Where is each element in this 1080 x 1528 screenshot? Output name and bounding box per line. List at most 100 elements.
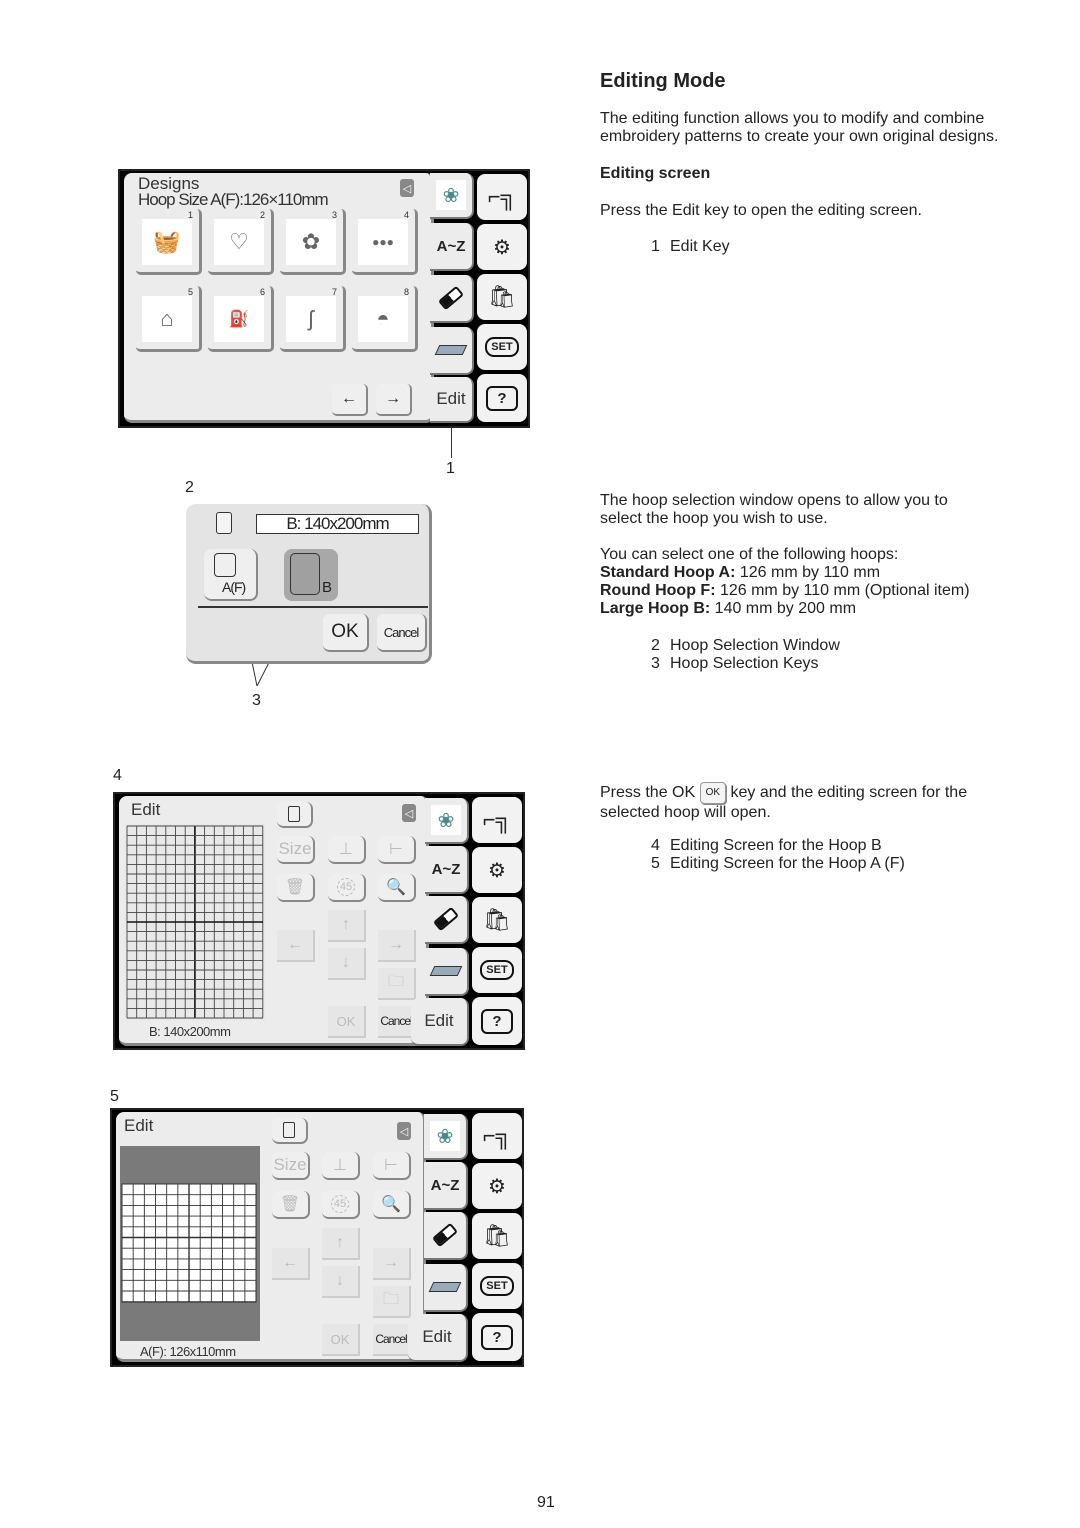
tab-memory[interactable] — [424, 1264, 468, 1312]
ordinary-sewing-button[interactable]: ⌐╗ — [477, 174, 527, 220]
move-right-button[interactable]: → — [373, 1248, 411, 1280]
tab-memory[interactable] — [430, 327, 474, 375]
save-button[interactable]: 🛍 — [472, 1213, 522, 1259]
prev-arrow-icon: ← — [341, 390, 357, 407]
set-button[interactable]: SET — [477, 324, 527, 370]
hoop-select-button[interactable] — [277, 802, 313, 828]
tab-embroidery[interactable]: ❀ — [425, 798, 469, 844]
tab-az[interactable]: A~Z — [430, 223, 474, 271]
set-button[interactable]: SET — [472, 1263, 522, 1309]
embroidery-mode-button[interactable]: ⚙ — [472, 847, 522, 893]
hoop-b-label: B — [322, 579, 333, 596]
size-button[interactable]: Size — [272, 1152, 310, 1180]
rotate-button[interactable]: 45 — [322, 1191, 360, 1219]
ordinary-sewing-button[interactable]: ⌐╗ — [472, 797, 522, 843]
move-left-button[interactable]: ← — [277, 930, 315, 962]
flowerpot-icon: ✿ — [286, 219, 336, 265]
sewing-machine-icon: ⌐╗ — [487, 184, 517, 209]
save-button[interactable]: 🛍 — [472, 897, 522, 943]
tab-eraser[interactable] — [430, 275, 474, 323]
callout-2: 2 — [185, 479, 194, 496]
design-thumb-8[interactable]: 8 ◓ — [352, 286, 418, 352]
help-button[interactable]: ? — [472, 1313, 522, 1361]
help-button[interactable]: ? — [477, 374, 527, 422]
open-folder-button[interactable]: 🗀 — [373, 1286, 411, 1318]
tab-memory[interactable] — [425, 948, 469, 996]
edit-instruction: Press the Edit key to open the editing s… — [600, 202, 922, 219]
speaker-icon[interactable]: ◁ — [402, 804, 416, 822]
hoop-a-key[interactable]: A(F) — [204, 549, 258, 601]
delete-button[interactable]: 🗑 — [272, 1191, 310, 1219]
rotate-button[interactable]: 45 — [328, 874, 366, 902]
eraser-icon — [432, 906, 460, 932]
next-arrow-icon: → — [385, 390, 401, 407]
legend-label: Editing Screen for the Hoop B — [670, 837, 882, 854]
move-up-button[interactable]: ↑ — [322, 1228, 360, 1260]
tab-eraser[interactable] — [425, 896, 469, 944]
tab-embroidery[interactable]: ❀ — [430, 173, 474, 219]
ok-button[interactable]: OK — [323, 614, 369, 652]
design-thumb-7[interactable]: 7ʃ — [280, 286, 346, 352]
design-thumb-4[interactable]: 4 ●●● — [352, 209, 418, 275]
set-button[interactable]: SET — [472, 947, 522, 993]
ok-button[interactable]: OK — [322, 1324, 360, 1356]
mirror-horizontal-button[interactable]: ⊢ — [373, 1152, 411, 1180]
design-thumb-2[interactable]: 2 ♡ — [208, 209, 274, 275]
zoom-button[interactable]: 🔍 — [373, 1191, 411, 1219]
mirror-vertical-button[interactable]: ⊥ — [322, 1152, 360, 1180]
cancel-button[interactable]: Cancel — [377, 614, 427, 652]
help-button[interactable]: ? — [472, 997, 522, 1045]
speaker-icon[interactable]: ◁ — [400, 179, 414, 197]
tab-az[interactable]: A~Z — [424, 1162, 468, 1210]
save-button[interactable]: 🛍 — [477, 274, 527, 320]
hoop-a-label: A(F) — [222, 579, 246, 595]
tab-edit[interactable]: Edit — [408, 1314, 468, 1362]
hoop-list: You can select one of the following hoop… — [600, 546, 970, 618]
az-label: A~Z — [431, 860, 461, 878]
legend-num: 5 — [651, 855, 660, 872]
hoop-item: Standard Hoop A: 126 mm by 110 mm — [600, 564, 970, 582]
ok-button[interactable]: OK — [328, 1006, 366, 1038]
tab-embroidery[interactable]: ❀ — [424, 1114, 468, 1160]
ordinary-sewing-button[interactable]: ⌐╗ — [472, 1113, 522, 1159]
design-thumb-3[interactable]: 3 ✿ — [280, 209, 346, 275]
tab-eraser[interactable] — [424, 1212, 468, 1260]
edit-label: Edit — [436, 389, 466, 408]
next-page-button[interactable]: → — [376, 384, 412, 416]
tab-edit[interactable]: Edit — [430, 377, 474, 423]
move-down-button[interactable]: ↓ — [322, 1266, 360, 1298]
zoom-button[interactable]: 🔍 — [378, 874, 416, 902]
trash-icon: 🗑 — [284, 879, 306, 896]
design-thumb-1[interactable]: 1 🧺 — [136, 209, 202, 275]
grid-lines — [126, 825, 264, 1019]
tab-edit[interactable]: Edit — [411, 998, 469, 1046]
edit-title: Edit — [131, 800, 161, 819]
cancel-button[interactable]: Cancel — [373, 1324, 411, 1356]
speaker-icon[interactable]: ◁ — [397, 1122, 411, 1140]
hoop-grid[interactable] — [120, 1146, 260, 1341]
size-button[interactable]: Size — [277, 836, 315, 864]
design-thumb-6[interactable]: 6 ⛽ — [208, 286, 274, 352]
embroidery-mode-button[interactable]: ⚙ — [472, 1163, 522, 1209]
legend-label: Hoop Selection Keys — [670, 655, 819, 672]
open-folder-button[interactable]: 🗀 — [378, 968, 416, 1000]
edit-title: Edit — [124, 1116, 154, 1135]
mirror-horizontal-button[interactable]: ⊢ — [378, 836, 416, 864]
move-right-button[interactable]: → — [378, 930, 416, 962]
hoop-a-icon — [214, 553, 236, 577]
tab-az[interactable]: A~Z — [425, 846, 469, 894]
embroidery-mode-button[interactable]: ⚙ — [477, 224, 527, 270]
design-thumb-5[interactable]: 5 ⌂ — [136, 286, 202, 352]
prev-page-button[interactable]: ← — [332, 384, 368, 416]
move-left-button[interactable]: ← — [272, 1248, 310, 1280]
folder-icon: 🗀 — [382, 1290, 399, 1308]
hoop-b-key[interactable]: B — [284, 549, 338, 601]
brush-icon: ʃ — [286, 296, 336, 342]
delete-button[interactable]: 🗑 — [277, 874, 315, 902]
hoop-grid[interactable] — [125, 824, 265, 1020]
hoop-select-button[interactable] — [272, 1118, 308, 1144]
move-down-button[interactable]: ↓ — [328, 948, 366, 980]
mirror-vertical-button[interactable]: ⊥ — [328, 836, 366, 864]
move-up-button[interactable]: ↑ — [328, 910, 366, 942]
magnifier-icon: 🔍 — [381, 1196, 401, 1213]
